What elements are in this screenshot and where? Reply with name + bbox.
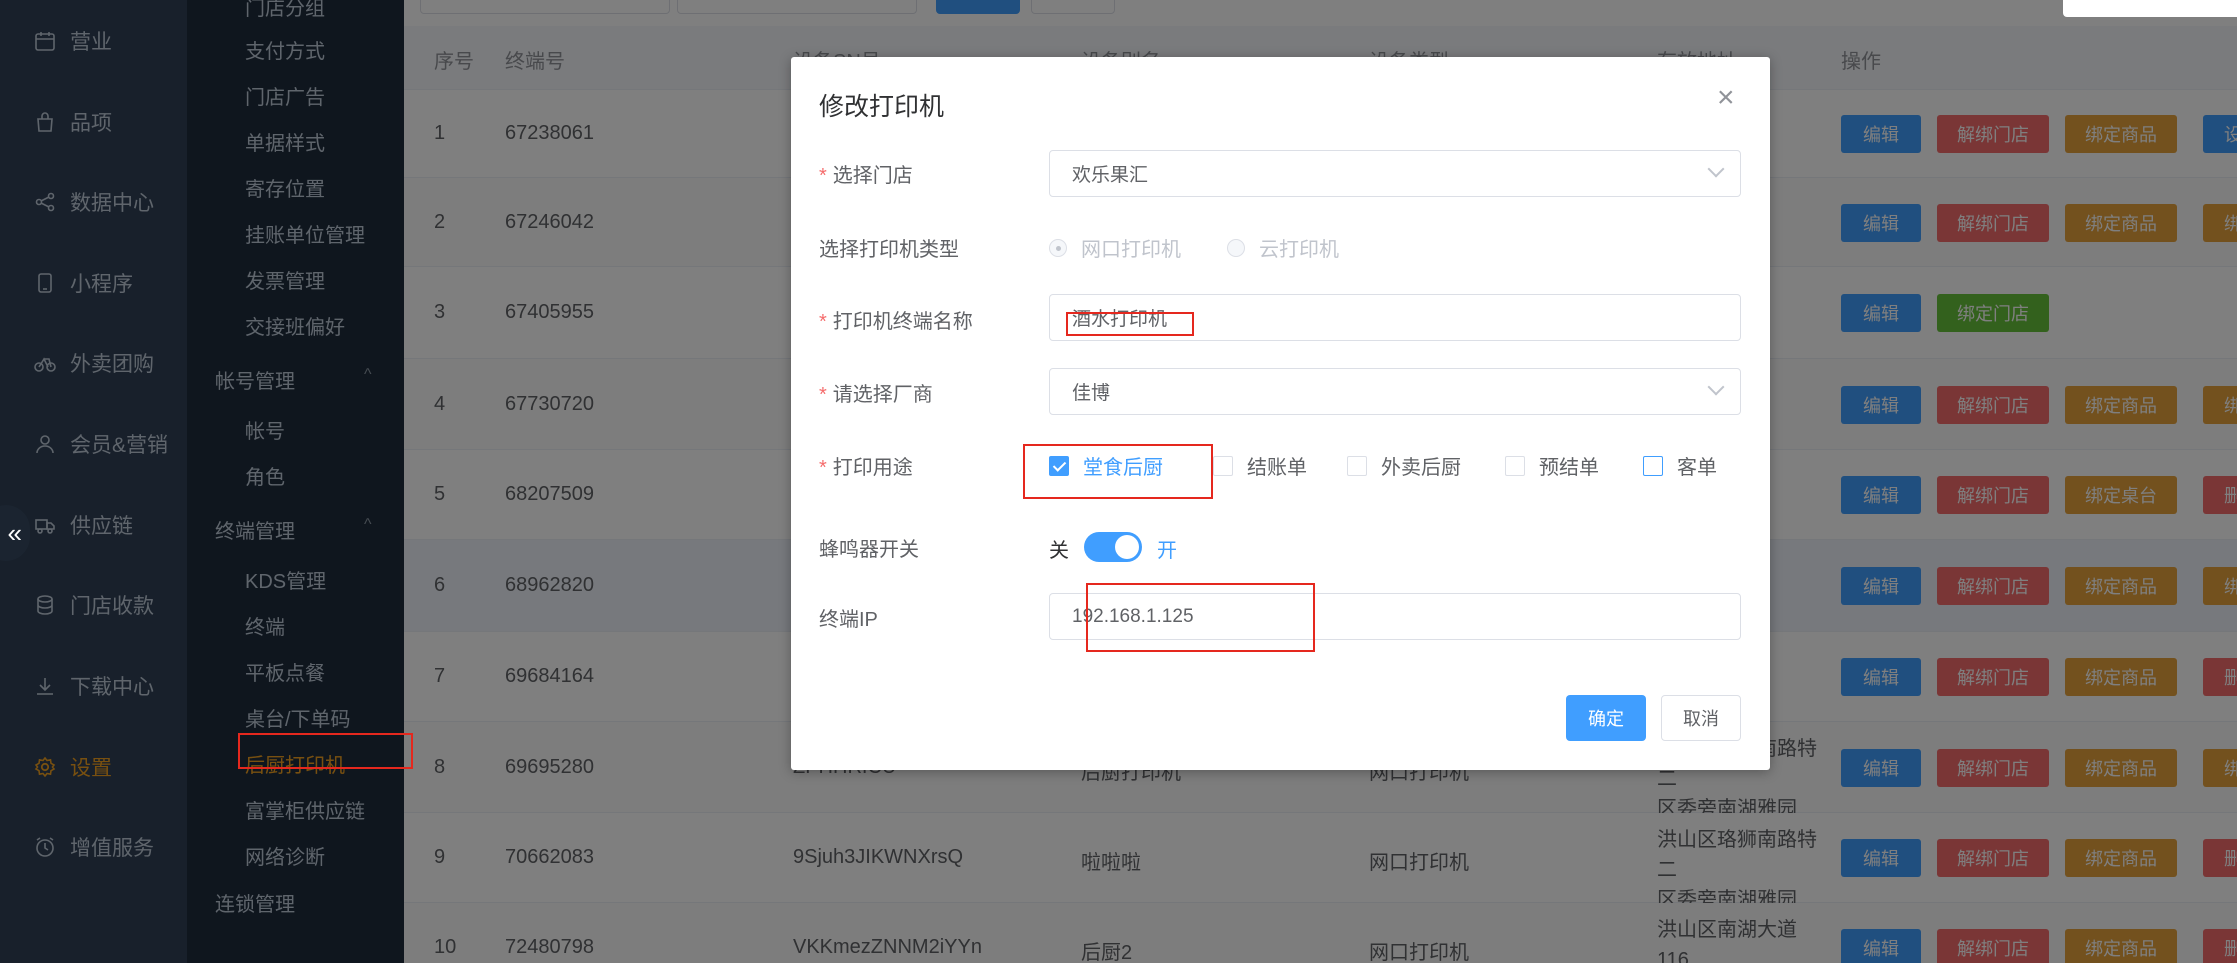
required-mark: * <box>819 165 827 187</box>
ip-label: 终端IP <box>819 609 878 631</box>
annotation-box <box>1086 583 1315 652</box>
double-chevron-left-icon: « <box>7 517 22 548</box>
cancel-button[interactable]: 取消 <box>1661 695 1741 741</box>
chevron-down-icon <box>1707 160 1725 178</box>
vendor-select[interactable]: 佳博 <box>1049 368 1741 415</box>
printer-name-label: * 打印机终端名称 <box>819 305 973 334</box>
checkbox-checkout[interactable]: 结账单 <box>1213 451 1307 480</box>
radio-cloud-printer[interactable]: 云打印机 <box>1227 233 1339 262</box>
buzzer-label: 蜂鸣器开关 <box>819 539 919 561</box>
store-label: * 选择门店 <box>819 159 913 188</box>
annotation-box <box>238 733 413 769</box>
required-mark: * <box>819 311 827 333</box>
store-select-value: 欢乐果汇 <box>1072 165 1149 186</box>
checkbox-customer-slip[interactable]: 客单 <box>1643 451 1717 480</box>
dropdown-panel <box>2063 0 2237 17</box>
checkbox-label: 结账单 <box>1247 457 1307 479</box>
required-mark: * <box>819 457 827 479</box>
printer-type-label: 选择打印机类型 <box>819 239 959 261</box>
required-mark: * <box>819 384 827 406</box>
usage-label: * 打印用途 <box>819 451 913 480</box>
store-select[interactable]: 欢乐果汇 <box>1049 150 1741 197</box>
label-text: 请选择厂商 <box>832 384 933 406</box>
annotation-box <box>1023 444 1213 499</box>
checkbox-label: 客单 <box>1677 457 1717 479</box>
checkbox-box <box>1643 455 1663 476</box>
radio-network-printer[interactable]: 网口打印机 <box>1049 233 1181 262</box>
close-icon[interactable]: × <box>1717 81 1735 115</box>
checkbox-label: 外卖后厨 <box>1381 457 1461 479</box>
checkbox-label: 预结单 <box>1539 457 1599 479</box>
dialog-title: 修改打印机 <box>819 93 945 121</box>
label-text: 打印用途 <box>832 457 913 479</box>
radio-dot <box>1227 238 1245 257</box>
checkbox-takeout-kitchen[interactable]: 外卖后厨 <box>1347 451 1461 480</box>
chevron-down-icon <box>1707 378 1725 396</box>
radio-label: 网口打印机 <box>1081 239 1181 261</box>
checkbox-box <box>1213 455 1233 476</box>
label-text: 打印机终端名称 <box>832 311 973 333</box>
checkbox-box <box>1505 455 1525 476</box>
vendor-label: * 请选择厂商 <box>819 378 933 407</box>
buzzer-off-label: 关 <box>1049 540 1069 562</box>
checkbox-prebill[interactable]: 预结单 <box>1505 451 1599 480</box>
edit-printer-dialog: 修改打印机 × * 选择门店 欢乐果汇 选择打印机类型 网口打印机 云打印机 * 打… <box>791 57 1770 770</box>
label-text: 选择门店 <box>832 165 913 187</box>
annotation-box <box>1066 312 1194 336</box>
radio-dot <box>1049 238 1067 257</box>
vendor-select-value: 佳博 <box>1072 383 1111 404</box>
radio-label: 云打印机 <box>1259 239 1339 261</box>
confirm-button[interactable]: 确定 <box>1566 695 1646 741</box>
buzzer-on-label: 开 <box>1157 540 1177 562</box>
checkbox-box <box>1347 455 1367 476</box>
buzzer-switch[interactable] <box>1084 532 1142 562</box>
